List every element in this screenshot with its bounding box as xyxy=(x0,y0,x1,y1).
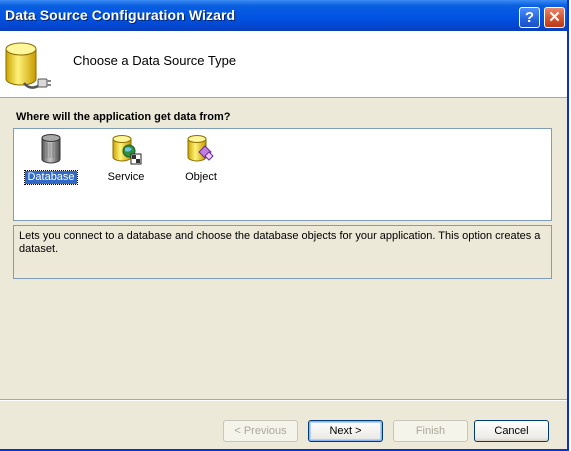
source-item-service[interactable]: Service xyxy=(98,133,154,189)
footer-separator xyxy=(0,399,567,401)
database-icon xyxy=(41,134,61,164)
object-icon xyxy=(187,135,214,162)
window-title: Data Source Configuration Wizard xyxy=(5,7,236,23)
page-title: Choose a Data Source Type xyxy=(73,53,237,68)
source-item-label: Service xyxy=(107,171,145,183)
source-item-label: Database xyxy=(24,170,78,185)
source-prompt-label: Where will the application get data from… xyxy=(16,111,231,123)
close-button[interactable]: ✕ xyxy=(544,7,565,28)
cancel-button[interactable]: Cancel xyxy=(474,420,549,442)
wizard-window: Data Source Configuration Wizard ? ✕ Cho… xyxy=(0,0,569,451)
help-button[interactable]: ? xyxy=(519,7,540,28)
next-button[interactable]: Next > xyxy=(308,420,383,442)
data-source-list[interactable]: Database Service Object xyxy=(13,128,552,221)
source-description: Lets you connect to a database and choos… xyxy=(13,225,552,279)
title-bar[interactable]: Data Source Configuration Wizard ? ✕ xyxy=(0,0,567,31)
finish-button[interactable]: Finish xyxy=(393,420,468,442)
wizard-header: Choose a Data Source Type xyxy=(0,31,567,98)
source-item-object[interactable]: Object xyxy=(173,133,229,189)
database-plug-icon xyxy=(5,42,51,89)
source-item-label: Object xyxy=(185,171,217,183)
source-item-database[interactable]: Database xyxy=(23,133,79,189)
service-icon xyxy=(112,135,142,165)
previous-button[interactable]: < Previous xyxy=(223,420,298,442)
